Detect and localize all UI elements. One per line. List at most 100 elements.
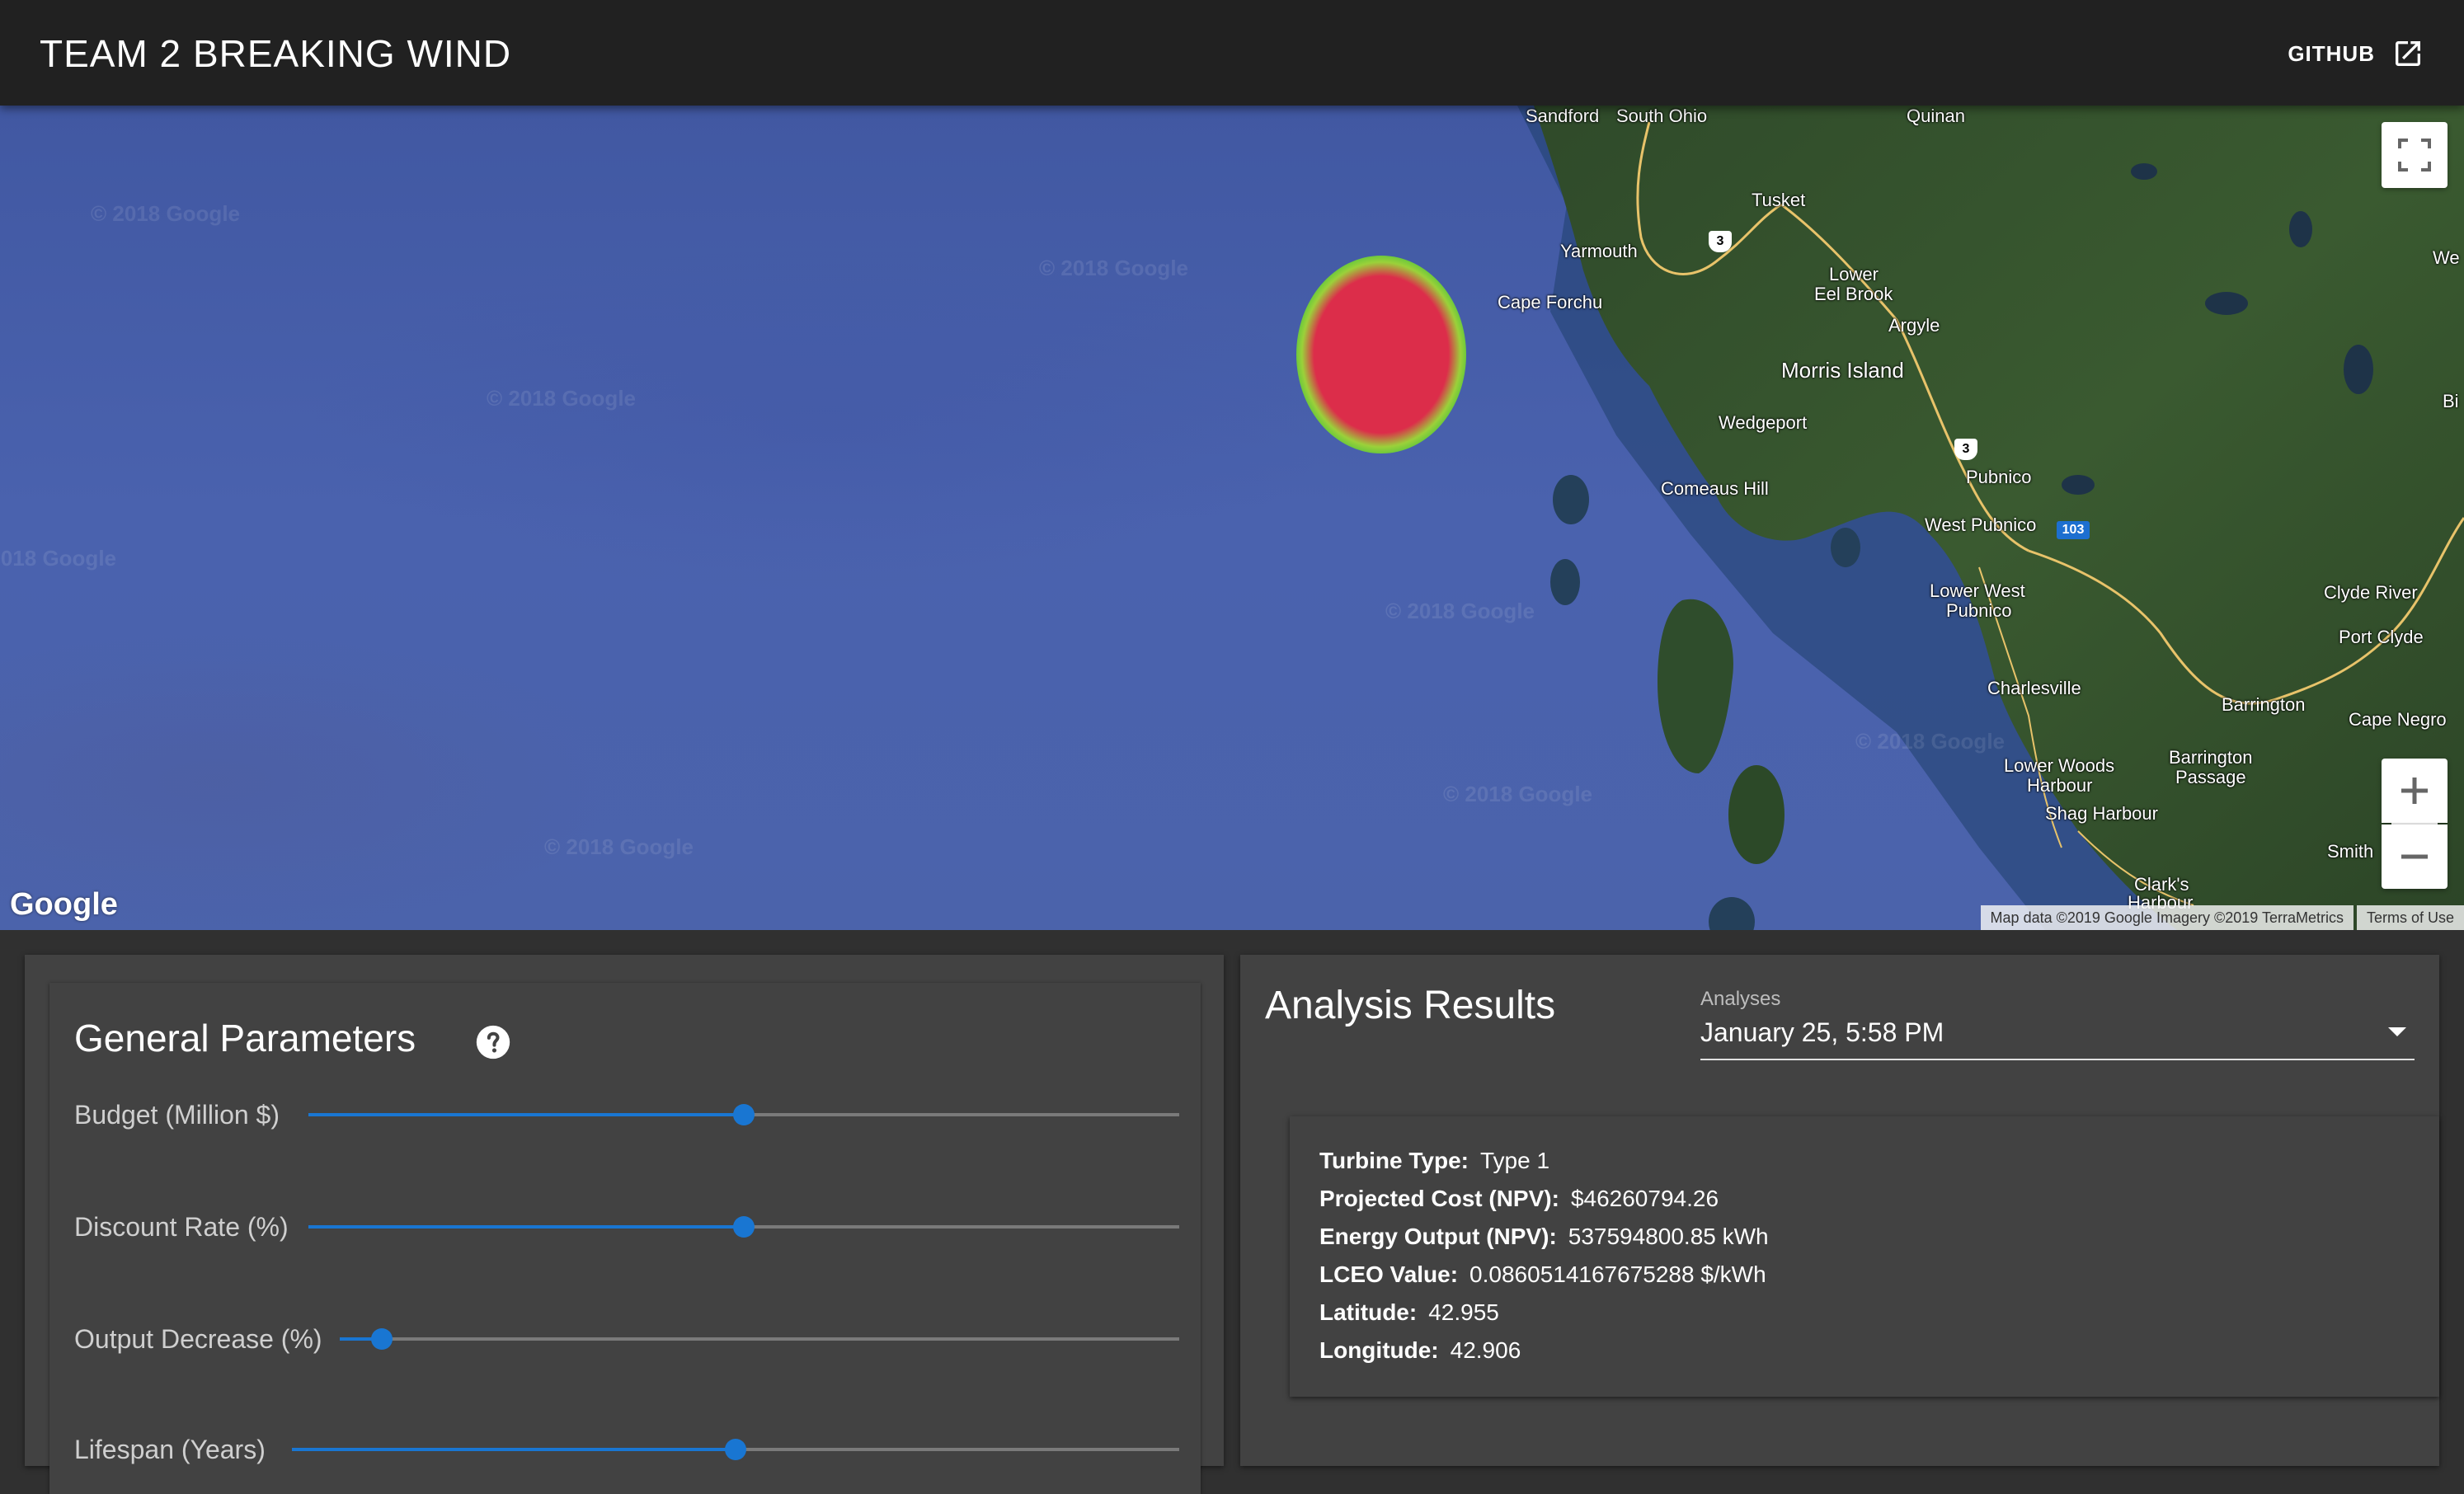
- place-label: Smith: [2327, 841, 2374, 862]
- place-label: Cape Forchu: [1498, 292, 1603, 312]
- place-label: Argyle: [1888, 315, 1940, 336]
- highway-shield: 103: [2057, 521, 2090, 539]
- dropdown-arrow-icon: [2388, 1027, 2406, 1036]
- place-label: Yarmouth: [1560, 241, 1638, 261]
- output-decrease-slider-row: Output Decrease (%): [74, 1314, 1179, 1364]
- place-label: Comeaus Hill: [1661, 478, 1769, 499]
- place-label: South Ohio: [1616, 106, 1708, 126]
- result-key: LCEO Value:: [1319, 1261, 1459, 1287]
- result-latitude: Latitude: 42.955: [1319, 1299, 1499, 1326]
- place-label: Bi: [2443, 391, 2459, 411]
- place-label: Lower Woods: [2004, 755, 2115, 776]
- output-decrease-slider[interactable]: [74, 1314, 1179, 1364]
- terms-of-use-link[interactable]: Terms of Use: [2356, 905, 2464, 930]
- select-underline: [1700, 1059, 2415, 1060]
- map-watermark: © 2018 Google: [487, 386, 636, 411]
- zoom-out-button[interactable]: [2382, 825, 2448, 889]
- result-value: Type 1: [1479, 1148, 1550, 1173]
- result-projected-cost: Projected Cost (NPV): $46260794.26: [1319, 1186, 1719, 1212]
- place-label: Morris Island: [1781, 358, 1904, 383]
- place-label: We: [2433, 247, 2460, 268]
- app-title-team: TEAM 2: [40, 32, 182, 75]
- place-label: Clyde River: [2324, 582, 2418, 603]
- github-link[interactable]: GITHUB: [2288, 33, 2424, 74]
- analysis-results-panel: Analysis Results Analyses January 25, 5:…: [1240, 955, 2439, 1466]
- result-value: 537594800.85 kWh: [1568, 1224, 1769, 1249]
- map-watermark: © 2018 Google: [0, 546, 116, 571]
- slider-fill: [308, 1225, 744, 1229]
- result-turbine-type: Turbine Type: Type 1: [1319, 1148, 1549, 1174]
- place-label: Port Clyde: [2339, 627, 2424, 647]
- result-value: $46260794.26: [1570, 1186, 1719, 1211]
- help-circle-icon[interactable]: [475, 1024, 511, 1060]
- result-key: Latitude:: [1319, 1299, 1418, 1325]
- place-label: Charlesville: [1987, 678, 2081, 698]
- minus-icon: [2401, 854, 2428, 859]
- external-link-icon: [2396, 41, 2420, 66]
- result-value: 0.0860514167675288 $/kWh: [1469, 1261, 1766, 1287]
- general-parameters-panel: General Parameters Budget (Million $) Di…: [25, 955, 1224, 1494]
- app-header: TEAM 2 BREAKING WIND GITHUB: [0, 0, 2464, 106]
- place-label: Barrington: [2222, 694, 2306, 715]
- plus-icon: [2401, 778, 2428, 804]
- place-label: West Pubnico: [1925, 514, 2037, 535]
- general-parameters-card: General Parameters Budget (Million $) Di…: [49, 983, 1201, 1494]
- place-label: Sandford: [1526, 106, 1600, 126]
- results-card: Turbine Type: Type 1 Projected Cost (NPV)…: [1290, 1116, 2439, 1397]
- slider-thumb[interactable]: [370, 1328, 393, 1350]
- general-parameters-title: General Parameters: [74, 1017, 416, 1059]
- slider-thumb[interactable]: [733, 1216, 755, 1238]
- place-label: Pubnico: [1946, 600, 2012, 621]
- result-energy-output: Energy Output (NPV): 537594800.85 kWh: [1319, 1224, 1769, 1250]
- budget-slider-row: Budget (Million $): [74, 1090, 1179, 1139]
- github-label: GITHUB: [2288, 40, 2375, 66]
- map-watermark: © 2018 Google: [1443, 782, 1592, 806]
- place-label: Passage: [2175, 767, 2246, 787]
- map-watermark: © 2018 Google: [1385, 599, 1535, 623]
- app-title: TEAM 2 BREAKING WIND: [40, 31, 511, 76]
- slider-track: [340, 1337, 1179, 1341]
- slider-fill: [292, 1448, 736, 1451]
- highway-shield: 3: [1709, 231, 1732, 252]
- zoom-in-button[interactable]: [2382, 759, 2448, 823]
- map-watermark: © 2018 Google: [91, 201, 240, 226]
- place-label: Lower West: [1930, 580, 2025, 601]
- map-attribution: Map data ©2019 Google Imagery ©2019 Terr…: [1977, 905, 2464, 930]
- result-longitude: Longitude: 42.906: [1319, 1337, 1521, 1364]
- place-label: Lower: [1829, 264, 1879, 284]
- app-title-name: BREAKING WIND: [192, 32, 512, 75]
- lifespan-slider[interactable]: [74, 1425, 1179, 1474]
- map-data-credit: Map data ©2019 Google Imagery ©2019 Terr…: [1980, 905, 2353, 930]
- discount-rate-slider-row: Discount Rate (%): [74, 1202, 1179, 1252]
- place-label: Pubnico: [1966, 467, 2032, 487]
- place-label: Barrington: [2169, 747, 2253, 768]
- budget-slider[interactable]: [74, 1090, 1179, 1139]
- place-label: Eel Brook: [1814, 284, 1893, 304]
- fullscreen-icon: [2398, 139, 2431, 171]
- result-key: Energy Output (NPV):: [1319, 1224, 1557, 1249]
- result-key: Turbine Type:: [1319, 1148, 1469, 1173]
- slider-thumb[interactable]: [733, 1104, 755, 1125]
- result-key: Projected Cost (NPV):: [1319, 1186, 1559, 1211]
- analyses-select-value: January 25, 5:58 PM: [1700, 1017, 1944, 1047]
- map-watermark: © 2018 Google: [544, 834, 694, 859]
- place-label: Harbour: [2027, 775, 2093, 796]
- map-view[interactable]: © 2018 Google © 2018 Google © 2018 Googl…: [0, 106, 2464, 930]
- highway-shield: 3: [1954, 439, 1977, 460]
- heatmap-point[interactable]: [1296, 256, 1466, 453]
- slider-fill: [308, 1113, 744, 1116]
- lifespan-slider-row: Lifespan (Years): [74, 1425, 1179, 1474]
- place-label: Shag Harbour: [2045, 803, 2158, 824]
- discount-rate-slider[interactable]: [74, 1202, 1179, 1252]
- slider-thumb[interactable]: [725, 1439, 746, 1460]
- fullscreen-button[interactable]: [2382, 122, 2448, 188]
- result-key: Longitude:: [1319, 1337, 1439, 1363]
- analysis-results-title: Analysis Results: [1265, 984, 1556, 1027]
- map-watermark: © 2018 Google: [1039, 256, 1188, 280]
- place-label: Tusket: [1752, 190, 1806, 210]
- google-logo: Google: [10, 887, 118, 922]
- place-label: Cape Negro: [2349, 709, 2447, 730]
- analyses-select[interactable]: Analyses January 25, 5:58 PM: [1700, 988, 2415, 1060]
- analyses-select-label: Analyses: [1700, 988, 1781, 1010]
- app: TEAM 2 BREAKING WIND GITHUB © 2018 Googl…: [0, 0, 2464, 1494]
